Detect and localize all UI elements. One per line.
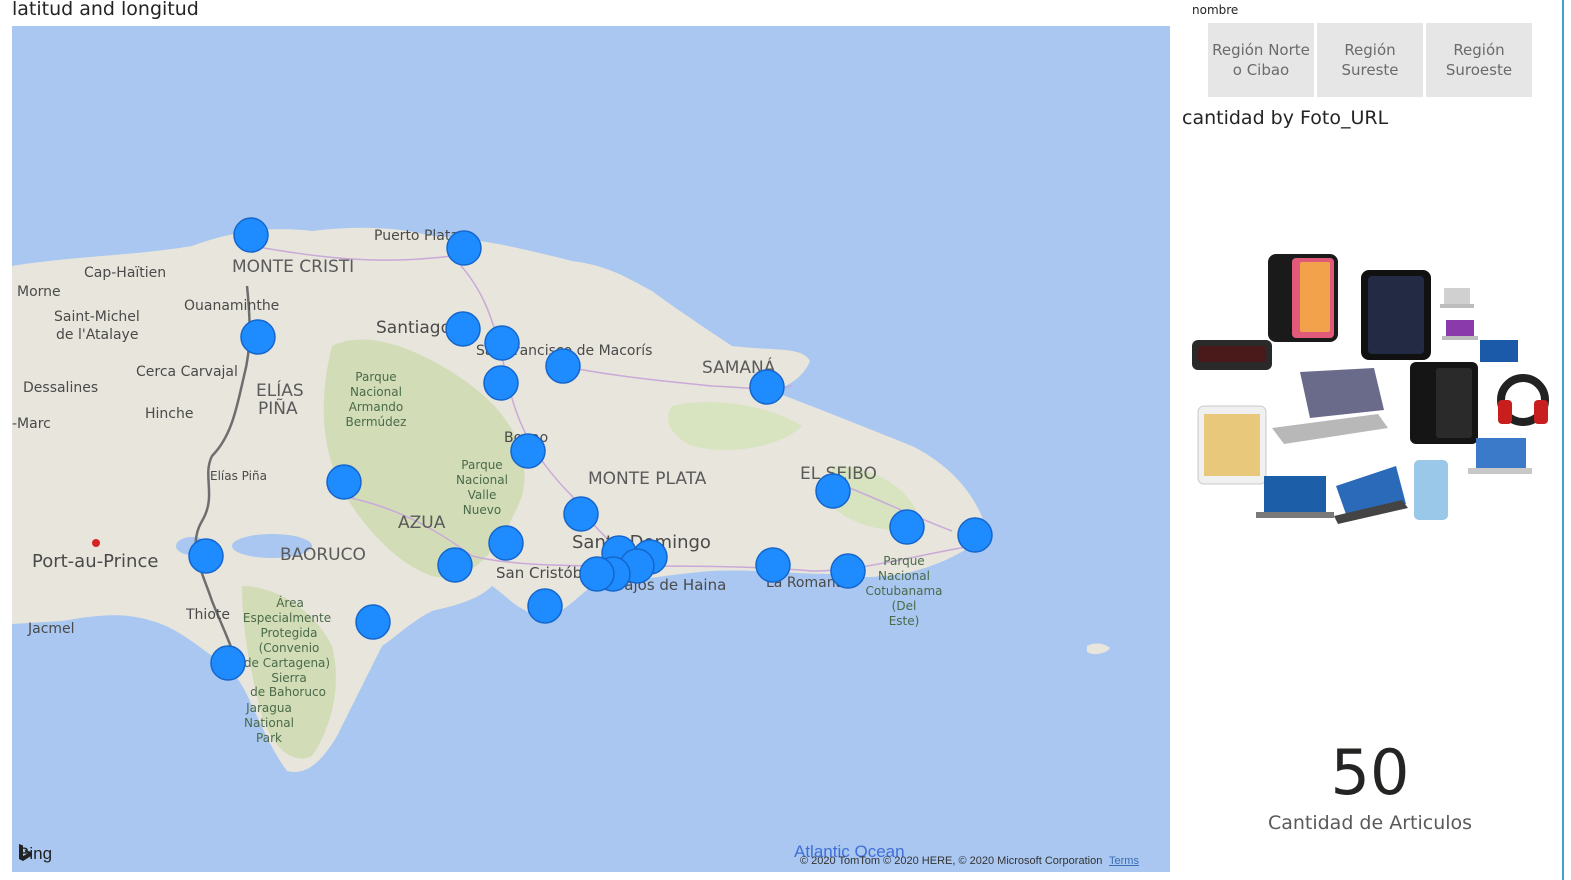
slicer-option-label: Región Sureste [1341,41,1399,79]
place-elias-pina-town: Elías Piña [210,469,267,483]
park-jaragua-2: National [244,716,294,730]
oneplus-phone-image[interactable] [1410,362,1478,444]
park-jaragua-1: Jaragua [245,701,292,715]
tablet-image[interactable] [1197,405,1267,485]
park-jaragua-3: Park [256,731,282,745]
park-armando-bermudez-4: Bermúdez [346,415,407,429]
map-marker[interactable] [830,553,866,589]
map-marker[interactable] [957,517,993,553]
map-marker[interactable] [437,547,473,583]
place-thiote: Thiote [185,607,230,623]
map-marker[interactable] [563,496,599,532]
place-monte-plata: MONTE PLATA [588,469,707,489]
park-area-7: de Bahoruco [250,685,326,699]
place-morne: Morne [17,284,61,300]
place-elias-pina-2: PIÑA [258,397,298,419]
map-marker[interactable] [815,473,851,509]
samsung-phone-image[interactable] [1361,270,1431,360]
bing-icon [19,844,31,861]
map-marker[interactable] [484,325,520,361]
map-marker[interactable] [355,604,391,640]
place-saint-michel-2: de l'Atalaye [56,327,138,343]
place-jacmel: Jacmel [27,621,75,637]
image-chart-title: cantidad by Foto_URL [1182,107,1389,129]
map-marker[interactable] [527,588,563,624]
land-saona [1087,643,1110,655]
park-armando-bermudez-2: Nacional [350,385,402,399]
map-marker[interactable] [545,348,581,384]
map-copyright: © 2020 TomTom © 2020 HERE, © 2020 Micros… [800,855,1103,867]
map-marker[interactable] [188,538,224,574]
place-saint-michel-1: Saint-Michel [54,309,140,325]
map-marker[interactable] [510,433,546,469]
map-marker[interactable] [233,217,269,253]
place-cerca: Cerca Carvajal [136,364,238,380]
place-marc: -Marc [12,416,51,432]
map-marker[interactable] [326,464,362,500]
park-area-3: Protegida [260,626,317,640]
map-visual-title: latitud and longitud [12,0,199,20]
map-marker[interactable] [483,365,519,401]
place-ouanaminthe: Ouanaminthe [184,298,279,314]
bing-logo: Bing [18,844,52,864]
product-image-collage[interactable] [1188,250,1550,525]
park-area-2: Especialmente [243,611,331,625]
park-cotubanama-4: (Del [892,599,917,613]
slicer-label: nombre [1192,3,1239,17]
park-area-1: Área [276,595,304,610]
park-valle-nuevo-1: Parque [461,458,502,472]
windows-laptop-image[interactable] [1256,466,1408,524]
place-monte-cristi: MONTE CRISTI [232,257,354,277]
kpi-value: 50 [1330,736,1410,809]
map-marker[interactable] [889,509,925,545]
park-area-6: Sierra [271,671,306,685]
park-cotubanama-5: Este) [889,614,920,628]
place-dessalines: Dessalines [23,380,98,396]
park-area-5: de Cartagena) [244,656,330,670]
slicer-option-label: Región Suroeste [1445,41,1513,79]
slicer-option-norte-cibao[interactable]: Región Norte o Cibao [1208,23,1314,97]
panel-edge [1562,0,1564,880]
park-valle-nuevo-4: Nuevo [463,503,501,517]
place-cap-haitien: Cap-Haïtien [84,265,166,281]
slicer-option-suroeste[interactable]: Región Suroeste [1426,23,1532,97]
small-laptop-image[interactable] [1440,288,1518,362]
kpi-label: Cantidad de Articulos [1267,812,1473,834]
park-cotubanama-2: Nacional [878,569,930,583]
place-hinche: Hinche [145,406,193,422]
map-canvas[interactable]: Cap-Haïtien Morne Saint-Michel de l'Atal… [12,26,1170,872]
place-baoruco: BAORUCO [280,545,366,565]
park-cotubanama-3: Cotubanama [865,584,942,598]
place-santiago: Santiago [376,318,451,338]
place-azua: AZUA [398,513,446,533]
map-marker[interactable] [749,369,785,405]
place-puerto-plata: Puerto Plata [374,228,459,244]
park-armando-bermudez-3: Armando [349,400,404,414]
map-visual[interactable]: Cap-Haïtien Morne Saint-Michel de l'Atal… [12,26,1170,872]
map-marker[interactable] [488,525,524,561]
slicer-option-label: Región Norte o Cibao [1212,41,1310,79]
park-area-4: (Convenio [259,641,320,655]
note-phone-image[interactable] [1414,460,1448,520]
map-marker[interactable] [240,319,276,355]
slicer-option-sureste[interactable]: Región Sureste [1317,23,1423,97]
park-cotubanama-1: Parque [883,554,924,568]
iphone-image[interactable] [1268,254,1338,342]
park-valle-nuevo-2: Nacional [456,473,508,487]
map-marker[interactable] [446,230,482,266]
hp-laptop-image[interactable] [1468,438,1532,474]
capital-dot-icon [92,539,100,547]
terms-link[interactable]: Terms [1109,855,1139,867]
park-valle-nuevo-3: Valle [468,488,497,502]
place-elias-pina-1: ELÍAS [256,379,304,401]
keyboard-image[interactable] [1192,340,1272,370]
laptop-image[interactable] [1272,368,1388,444]
map-marker[interactable] [755,547,791,583]
map-marker[interactable] [210,645,246,681]
place-port-au-prince: Port-au-Prince [32,551,158,572]
headphones-image[interactable] [1497,374,1549,426]
map-marker[interactable] [445,311,481,347]
park-armando-bermudez-1: Parque [355,370,396,384]
map-marker[interactable] [579,556,615,592]
